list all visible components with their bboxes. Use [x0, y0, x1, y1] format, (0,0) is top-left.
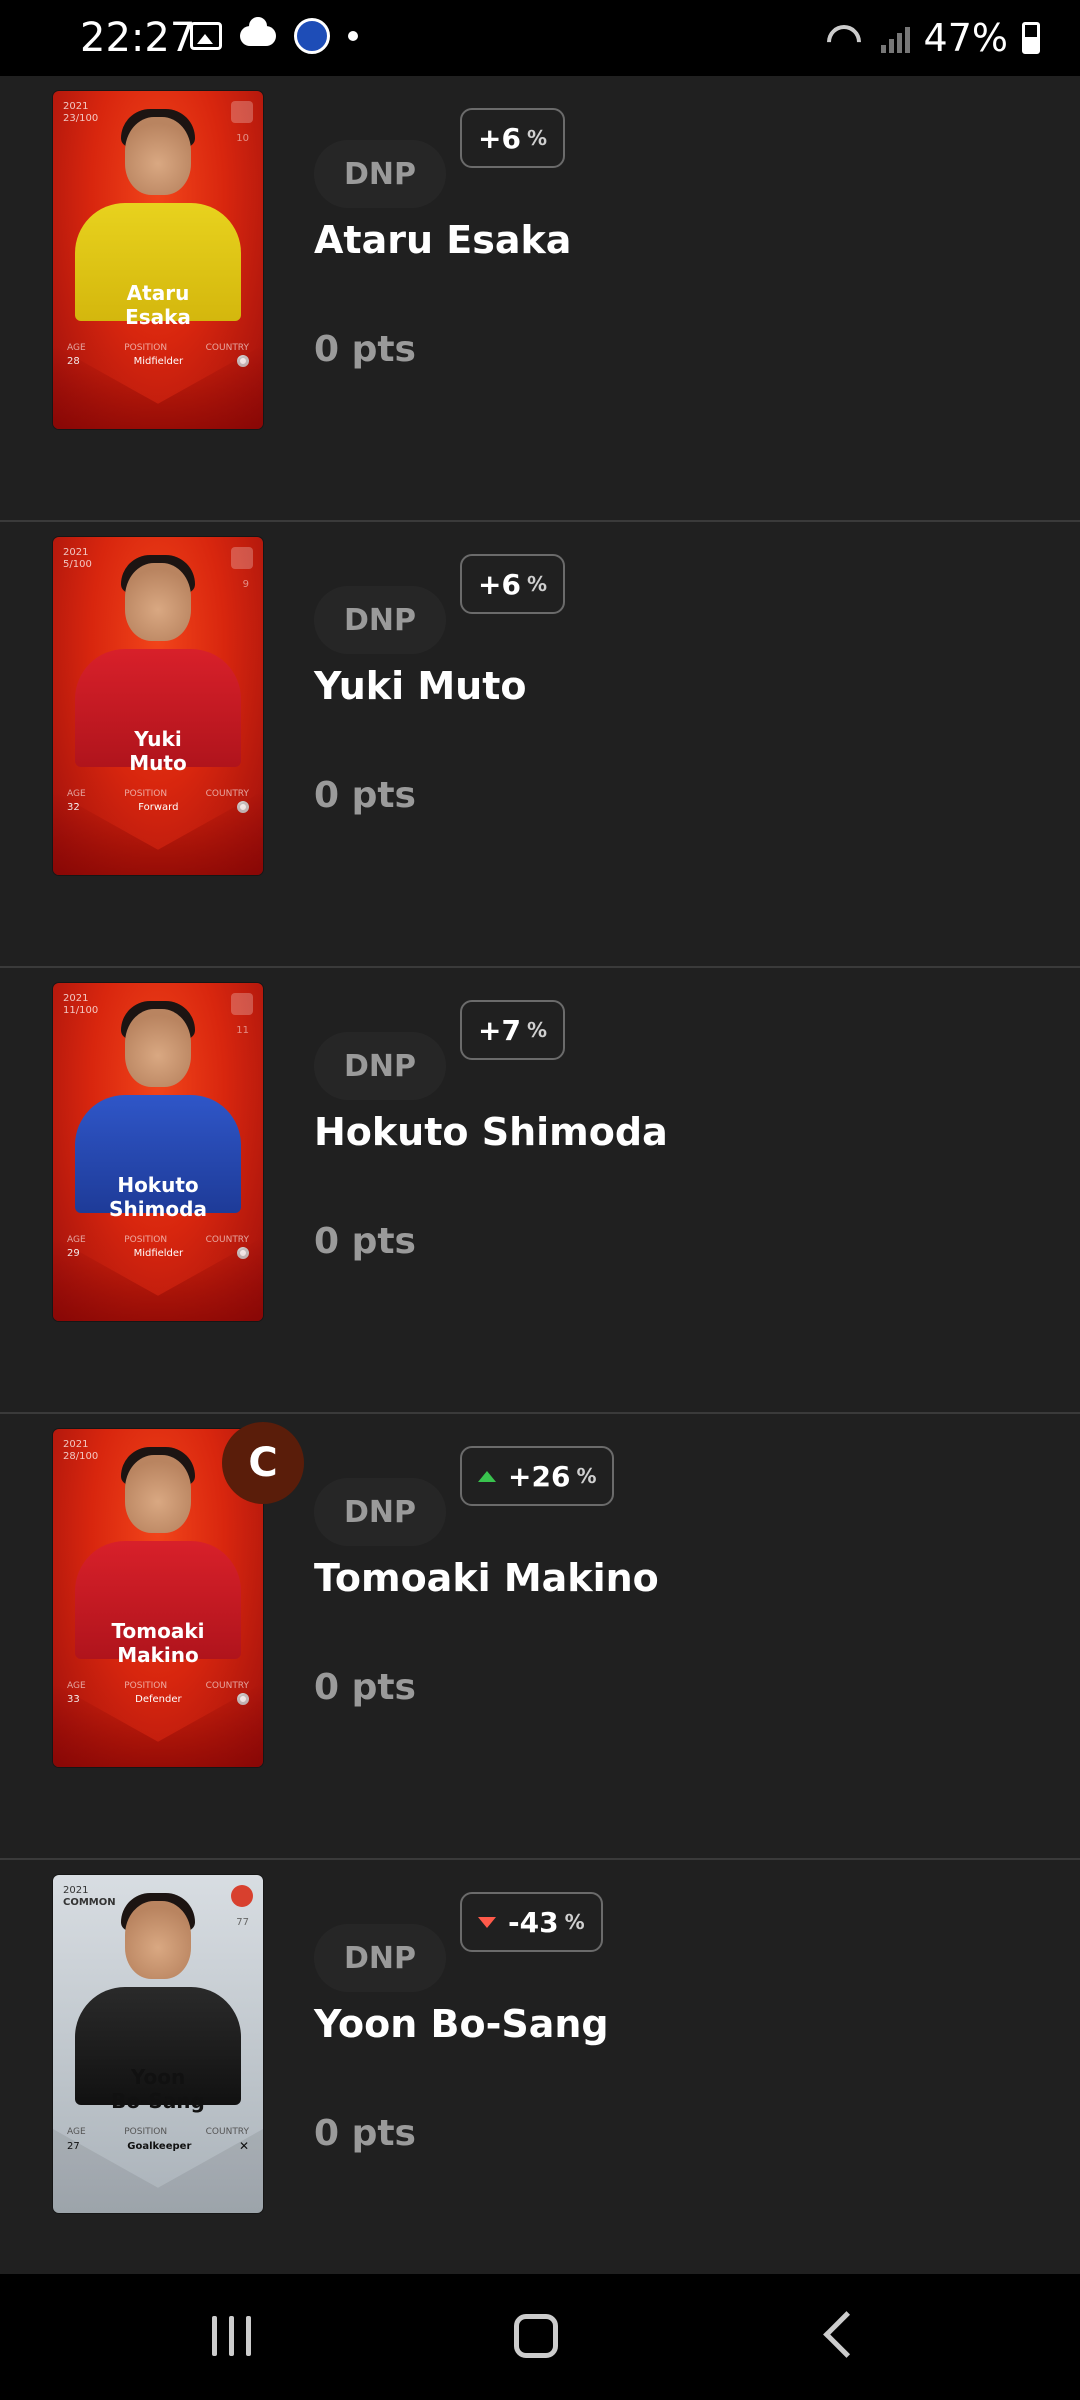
notification-icons — [190, 17, 358, 54]
battery-percent: 47% — [923, 16, 1008, 60]
card-stat-values: 27 Goalkeeper ✕ — [67, 2139, 249, 2153]
card-stat-values: 33Defender — [67, 1693, 249, 1705]
card-edition: 2021 11/100 — [63, 993, 99, 1016]
back-button[interactable] — [823, 2311, 870, 2358]
crypto-app-icon — [294, 18, 330, 54]
player-name: Tomoaki Makino — [314, 1556, 659, 1600]
system-navigation-bar — [0, 2274, 1080, 2400]
player-photo — [125, 1009, 191, 1087]
player-card[interactable]: 2021 COMMON 77 Yoon Bo-Sang AGE POSITION COU… — [53, 1875, 263, 2213]
card-edition: 2021 COMMON — [63, 1885, 116, 1908]
player-photo — [125, 1901, 191, 1979]
bonus-badge: +6% — [460, 108, 565, 168]
home-button[interactable] — [514, 2314, 558, 2358]
card-stat-labels: AGE POSITION COUNTRY — [67, 2127, 249, 2137]
card-edition: 2021 23/100 — [63, 101, 99, 124]
player-name: Ataru Esaka — [314, 218, 572, 262]
player-name: Yuki Muto — [314, 664, 527, 708]
trend-up-icon — [478, 1470, 496, 1482]
card-stat-labels: AGE POSITION COUNTRY — [67, 789, 249, 799]
card-edition: 2021 5/100 — [63, 547, 92, 570]
card-stat-labels: AGE POSITION COUNTRY — [67, 1235, 249, 1245]
card-player-name: Yuki Muto — [129, 727, 187, 775]
card-shirt-number: 77 — [236, 1917, 249, 1928]
card-stat-labels: AGE POSITION COUNTRY — [67, 343, 249, 353]
player-photo — [125, 117, 191, 195]
card-shirt-number: 10 — [236, 133, 249, 144]
player-points: 0 pts — [314, 1667, 416, 1708]
club-badge-icon — [231, 993, 253, 1015]
club-badge-icon — [231, 101, 253, 123]
status-pill: DNP — [314, 1924, 446, 1992]
card-stat-values: 28Midfielder — [67, 355, 249, 367]
bonus-badge: +26% — [460, 1446, 615, 1506]
player-card[interactable]: 2021 23/100 10 Ataru Esaka AGE POSITION COUN… — [53, 91, 263, 429]
card-player-name: Tomoaki Makino — [111, 1619, 205, 1667]
player-points: 0 pts — [314, 775, 416, 816]
player-row[interactable]: 2021 5/100 9 Yuki Muto AGE POSITION COUNTRY … — [0, 522, 1080, 968]
player-points: 0 pts — [314, 329, 416, 370]
card-player-name: Hokuto Shimoda — [109, 1173, 207, 1221]
club-badge-icon — [231, 547, 253, 569]
player-card[interactable]: 2021 5/100 9 Yuki Muto AGE POSITION COUNTRY … — [53, 537, 263, 875]
gallery-icon — [190, 22, 222, 50]
trend-down-icon — [478, 1916, 496, 1928]
wifi-icon — [827, 23, 867, 53]
status-pill: DNP — [314, 1032, 446, 1100]
system-icons: 47% — [827, 10, 1040, 66]
player-row[interactable]: 2021 23/100 10 Ataru Esaka AGE POSITION COUN… — [0, 76, 1080, 522]
player-row[interactable]: 2021 11/100 11 Hokuto Shimoda AGE POSITION C… — [0, 968, 1080, 1414]
status-pill: DNP — [314, 586, 446, 654]
recent-apps-button[interactable] — [212, 2316, 251, 2356]
card-stat-values: 29Midfielder — [67, 1247, 249, 1259]
club-badge-icon — [231, 1885, 253, 1907]
card-player-name: Yoon Bo-Sang — [111, 2065, 205, 2113]
card-player-name: Ataru Esaka — [125, 281, 191, 329]
status-pill: DNP — [314, 1478, 446, 1546]
battery-icon — [1022, 22, 1040, 54]
card-shirt-number: 11 — [236, 1025, 249, 1036]
player-row[interactable]: 202128/100 5 TomoakiMakino AGEPOSITIONCO… — [0, 1414, 1080, 1860]
bonus-badge: +6% — [460, 554, 565, 614]
player-photo — [125, 563, 191, 641]
captain-badge: C — [222, 1422, 304, 1504]
bonus-badge: +7% — [460, 1000, 565, 1060]
signal-icon — [880, 23, 910, 53]
player-photo — [125, 1455, 191, 1533]
status-time: 22:27 — [80, 15, 196, 61]
player-points: 0 pts — [314, 2113, 416, 2154]
status-bar: 22:27 47% — [0, 0, 1080, 76]
player-row[interactable]: 2021 COMMON 77 Yoon Bo-Sang AGE POSITION COU… — [0, 1860, 1080, 2306]
player-points: 0 pts — [314, 1221, 416, 1262]
player-card[interactable]: 2021 11/100 11 Hokuto Shimoda AGE POSITION C… — [53, 983, 263, 1321]
more-notifications-dot-icon — [348, 31, 358, 41]
card-stat-labels: AGE POSITION COUNTRY — [67, 1681, 249, 1691]
player-name: Hokuto Shimoda — [314, 1110, 668, 1154]
bonus-badge: -43% — [460, 1892, 603, 1952]
status-pill: DNP — [314, 140, 446, 208]
player-name: Yoon Bo-Sang — [314, 2002, 609, 2046]
card-stat-values: 32Forward — [67, 801, 249, 813]
cloud-icon — [240, 17, 276, 46]
card-shirt-number: 9 — [242, 579, 249, 590]
card-edition: 2021 28/100 — [63, 1439, 99, 1462]
